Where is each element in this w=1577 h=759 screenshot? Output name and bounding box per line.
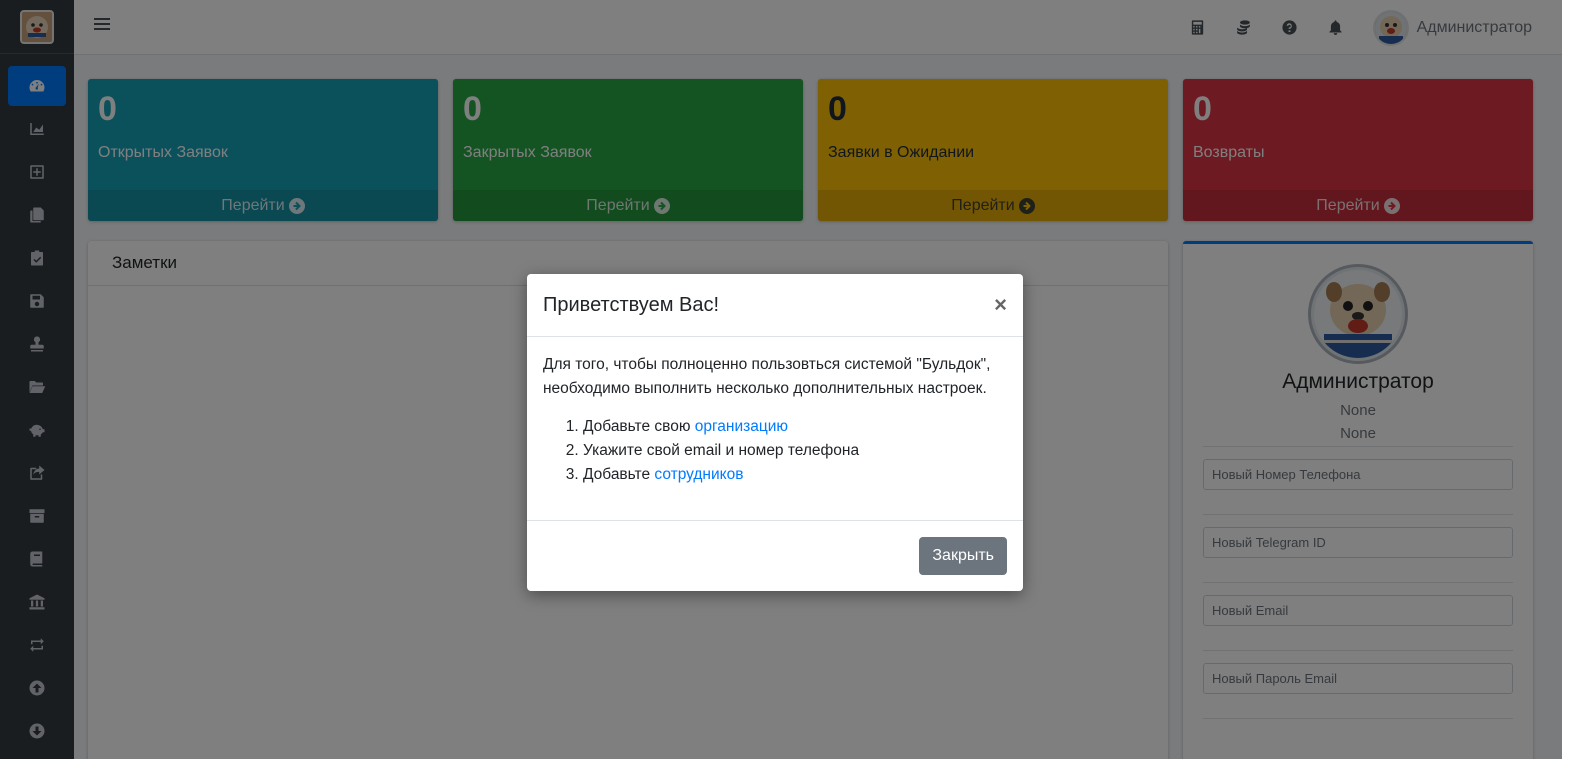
modal-footer: Закрыть	[527, 521, 1023, 591]
organization-link[interactable]: организацию	[695, 418, 788, 435]
modal-title: Приветствуем Вас!	[543, 293, 720, 316]
modal-intro: Для того, чтобы полноценно пользовться с…	[543, 356, 991, 397]
modal-body: Для того, чтобы полноценно пользовться с…	[527, 337, 1023, 521]
list-item: Добавьте свою организацию	[583, 415, 1007, 439]
setup-steps: Добавьте свою организацию Укажите свой e…	[543, 415, 1007, 487]
list-item: Добавьте сотрудников	[583, 463, 1007, 487]
welcome-modal: Приветствуем Вас! × Для того, чтобы полн…	[527, 274, 1023, 591]
modal-header: Приветствуем Вас! ×	[527, 274, 1023, 337]
list-item: Укажите свой email и номер телефона	[583, 439, 1007, 463]
step-text: Добавьте	[583, 466, 655, 483]
employees-link[interactable]: сотрудников	[654, 466, 743, 483]
scrollbar-strip	[1562, 0, 1577, 759]
step-text: Укажите свой email и номер телефона	[583, 442, 860, 459]
close-button[interactable]: Закрыть	[919, 537, 1007, 575]
close-icon[interactable]: ×	[994, 294, 1007, 316]
step-text: Добавьте свою	[583, 418, 695, 435]
